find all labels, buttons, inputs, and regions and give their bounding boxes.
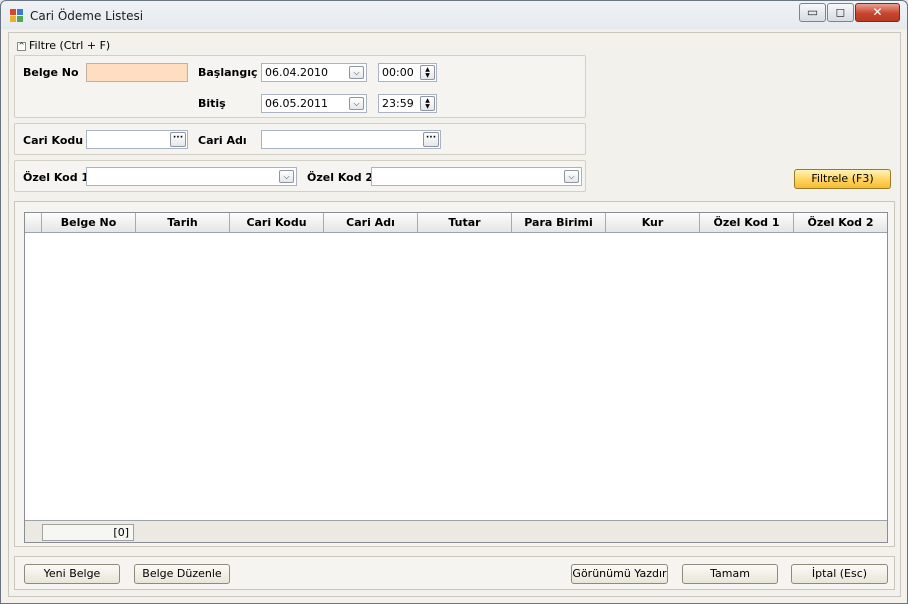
grid-panel: Belge No Tarih Cari Kodu Cari Adı Tutar … — [14, 201, 895, 547]
print-view-button[interactable]: Görünümü Yazdır — [571, 564, 668, 584]
belge-no-label: Belge No — [23, 66, 79, 79]
baslangic-time-input[interactable]: 00:00 ▲ ▼ — [378, 63, 437, 82]
column-header[interactable]: Para Birimi — [512, 213, 606, 232]
ellipsis-icon[interactable]: ··· — [170, 132, 186, 147]
belge-no-input[interactable] — [86, 63, 188, 82]
ok-button[interactable]: Tamam — [682, 564, 778, 584]
grid-footer: [0] — [25, 520, 887, 542]
window-title: Cari Ödeme Listesi — [30, 9, 144, 23]
row-count: [0] — [42, 524, 134, 541]
chevron-down-icon[interactable]: ⌵ — [564, 170, 579, 183]
cari-kodu-label: Cari Kodu — [23, 134, 84, 147]
baslangic-time-value: 00:00 — [382, 66, 414, 79]
action-bar: Yeni Belge Belge Düzenle Görünümü Yazdır… — [14, 556, 895, 590]
spin-down-icon[interactable]: ▼ — [421, 73, 434, 79]
grid-header: Belge No Tarih Cari Kodu Cari Adı Tutar … — [25, 213, 887, 233]
bitis-date-picker[interactable]: 06.05.2011 ⌵ — [261, 94, 367, 113]
close-icon: ✕ — [872, 5, 883, 19]
cari-adi-label: Cari Adı — [198, 134, 247, 147]
bitis-time-value: 23:59 — [382, 97, 414, 110]
cancel-button[interactable]: İptal (Esc) — [791, 564, 888, 584]
ozel-kod2-label: Özel Kod 2 — [307, 171, 374, 184]
column-header[interactable]: Tarih — [136, 213, 230, 232]
title-bar[interactable]: Cari Ödeme Listesi ▭ ◻ ✕ — [1, 1, 907, 29]
maximize-button[interactable]: ◻ — [827, 3, 854, 22]
new-document-button[interactable]: Yeni Belge — [24, 564, 120, 584]
column-header[interactable]: Belge No — [42, 213, 136, 232]
chevron-down-icon[interactable]: ⌵ — [349, 66, 364, 79]
results-grid[interactable]: Belge No Tarih Cari Kodu Cari Adı Tutar … — [24, 212, 888, 543]
chevron-down-icon[interactable]: ⌵ — [279, 170, 294, 183]
maximize-icon: ◻ — [835, 5, 846, 19]
main-window: Cari Ödeme Listesi ▭ ◻ ✕ ^ Filtre (Ctrl +… — [0, 0, 908, 604]
ozel-kod-filter-group: Özel Kod 1 ⌵ Özel Kod 2 ⌵ — [14, 160, 586, 192]
form-client-area: ^ Filtre (Ctrl + F) Belge No Başlangıç 06… — [8, 32, 901, 597]
chevron-down-icon[interactable]: ⌵ — [349, 97, 364, 110]
collapse-toggle-icon[interactable]: ^ — [17, 41, 26, 51]
minimize-button[interactable]: ▭ — [799, 3, 826, 22]
column-header[interactable]: Özel Kod 1 — [700, 213, 794, 232]
time-spinner[interactable]: ▲ ▼ — [420, 96, 435, 111]
app-icon — [10, 9, 24, 23]
bitis-time-input[interactable]: 23:59 ▲ ▼ — [378, 94, 437, 113]
spin-down-icon[interactable]: ▼ — [421, 104, 434, 110]
minimize-icon: ▭ — [806, 5, 819, 19]
date-filter-group: Belge No Başlangıç 06.04.2010 ⌵ 00:00 ▲ … — [14, 55, 586, 118]
column-header[interactable]: Kur — [606, 213, 700, 232]
baslangic-label: Başlangıç — [198, 66, 258, 79]
baslangic-date-picker[interactable]: 06.04.2010 ⌵ — [261, 63, 367, 82]
cari-kodu-input[interactable]: ··· — [86, 130, 188, 149]
ozel-kod1-select[interactable]: ⌵ — [86, 167, 297, 186]
ellipsis-icon[interactable]: ··· — [423, 132, 439, 147]
filter-panel-header[interactable]: ^ Filtre (Ctrl + F) — [17, 39, 110, 52]
filter-button[interactable]: Filtrele (F3) — [794, 169, 891, 189]
ozel-kod1-label: Özel Kod 1 — [23, 171, 90, 184]
cari-filter-group: Cari Kodu ··· Cari Adı ··· — [14, 123, 586, 155]
column-header[interactable]: Cari Adı — [324, 213, 418, 232]
column-header[interactable]: Tutar — [418, 213, 512, 232]
cari-adi-input[interactable]: ··· — [261, 130, 441, 149]
row-indicator-header — [25, 213, 42, 232]
filter-header-label: Filtre (Ctrl + F) — [29, 39, 111, 52]
edit-document-button[interactable]: Belge Düzenle — [134, 564, 230, 584]
bitis-label: Bitiş — [198, 97, 226, 110]
column-header[interactable]: Cari Kodu — [230, 213, 324, 232]
column-header[interactable]: Özel Kod 2 — [794, 213, 887, 232]
close-button[interactable]: ✕ — [855, 3, 900, 22]
time-spinner[interactable]: ▲ ▼ — [420, 65, 435, 80]
baslangic-date-value: 06.04.2010 — [265, 66, 328, 79]
bitis-date-value: 06.05.2011 — [265, 97, 328, 110]
ozel-kod2-select[interactable]: ⌵ — [371, 167, 582, 186]
